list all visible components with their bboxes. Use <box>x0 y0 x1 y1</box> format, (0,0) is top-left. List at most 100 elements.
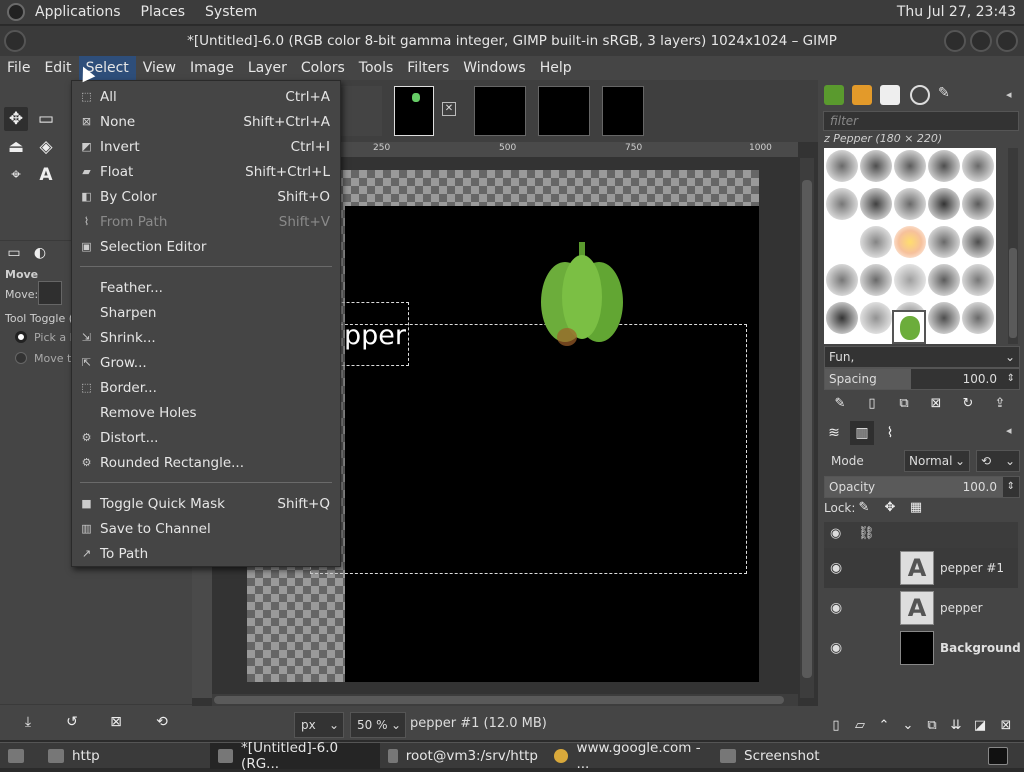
brush-item[interactable] <box>826 150 858 182</box>
brush-item[interactable] <box>962 226 994 258</box>
brush-item[interactable] <box>860 302 892 334</box>
brush-item[interactable] <box>826 188 858 220</box>
menu-colors[interactable]: Colors <box>294 56 352 80</box>
tool-options-tab-icon[interactable]: ▭ <box>2 241 26 265</box>
selected-brush-pepper[interactable] <box>892 310 926 344</box>
paths-tool-icon[interactable]: ⌖ <box>4 163 28 187</box>
layer-row-background[interactable]: ◉ Background <box>824 628 1021 668</box>
text-tool-icon[interactable]: A <box>34 163 58 187</box>
spin-arrows-icon[interactable]: ⇕ <box>1007 369 1015 389</box>
dock-menu-icon[interactable]: ◂ <box>1006 424 1012 437</box>
save-options-icon[interactable]: ⤓ <box>16 710 40 734</box>
mode-select[interactable]: Normal ⌄ <box>904 450 970 472</box>
paths-tab-icon[interactable]: ⌇ <box>878 421 902 445</box>
brush-item[interactable] <box>928 188 960 220</box>
brush-item[interactable] <box>894 150 926 182</box>
layer-mask-icon[interactable]: ◪ <box>968 714 992 738</box>
task-screenshot[interactable]: Screenshot <box>712 743 862 769</box>
brush-item[interactable] <box>962 264 994 296</box>
spin-arrows-icon[interactable]: ⇕ <box>1007 477 1015 497</box>
brush-item[interactable] <box>860 188 892 220</box>
opacity-slider[interactable]: Opacity 100.0 ⇕ <box>824 476 1020 498</box>
window-menu-icon[interactable] <box>4 30 26 52</box>
minimize-button[interactable] <box>944 30 966 52</box>
rect-select-tool-icon[interactable]: ▭ <box>34 107 58 131</box>
menu-edit[interactable]: Edit <box>37 56 78 80</box>
eye-icon[interactable]: ◉ <box>830 526 841 541</box>
pepper-image[interactable] <box>537 242 627 352</box>
menu-layer[interactable]: Layer <box>241 56 294 80</box>
eye-icon[interactable]: ◉ <box>830 600 842 616</box>
brush-item[interactable] <box>826 264 858 296</box>
task-terminal[interactable]: root@vm3:/srv/http <box>380 743 546 769</box>
layer-row-pepper[interactable]: ◉ A pepper <box>824 588 1018 628</box>
open-brush-icon[interactable]: ⇪ <box>988 392 1012 416</box>
layers-tab-icon[interactable]: ≋ <box>822 421 846 445</box>
task-gimp[interactable]: *[Untitled]-6.0 (RG... <box>210 740 380 772</box>
delete-layer-icon[interactable]: ⊠ <box>994 714 1018 738</box>
move-active-radio[interactable] <box>15 352 27 364</box>
brush-item[interactable] <box>860 226 892 258</box>
select-menu-item-shrink[interactable]: ⇲ Shrink... <box>72 325 340 350</box>
lower-layer-icon[interactable]: ⌄ <box>896 714 920 738</box>
brush-tag-select[interactable]: Fun, ⌄ <box>824 346 1020 368</box>
move-tool-icon[interactable]: ✥ <box>4 107 28 131</box>
select-menu-item-grow[interactable]: ⇱ Grow... <box>72 350 340 375</box>
task-chrome[interactable]: www.google.com - ... <box>546 740 712 772</box>
menu-help[interactable]: Help <box>533 56 579 80</box>
dock-menu-icon[interactable]: ◂ <box>1006 88 1012 101</box>
eye-icon[interactable]: ◉ <box>830 560 842 576</box>
horizontal-scroll-thumb[interactable] <box>214 696 784 704</box>
brush-grid[interactable] <box>824 148 996 344</box>
brush-item[interactable] <box>962 188 994 220</box>
select-menu-item-sharpen[interactable]: Sharpen <box>72 300 340 325</box>
menu-image[interactable]: Image <box>183 56 241 80</box>
reset-options-icon[interactable]: ⟲ <box>150 710 174 734</box>
lock-position-icon[interactable]: ✥ <box>878 496 902 520</box>
merge-layer-icon[interactable]: ⇊ <box>944 714 968 738</box>
lock-alpha-icon[interactable]: ▦ <box>904 496 928 520</box>
new-brush-icon[interactable]: ▯ <box>860 392 884 416</box>
menu-filters[interactable]: Filters <box>400 56 456 80</box>
select-menu-item-distort[interactable]: ⚙ Distort... <box>72 425 340 450</box>
vertical-scrollbar[interactable] <box>800 158 814 698</box>
select-menu-item-toggle-quick-mask[interactable]: ■ Toggle Quick Mask Shift+Q <box>72 491 340 516</box>
brush-item[interactable] <box>962 302 994 334</box>
duplicate-layer-icon[interactable]: ⧉ <box>920 714 944 738</box>
select-menu-item-remove-holes[interactable]: Remove Holes <box>72 400 340 425</box>
restore-options-icon[interactable]: ↺ <box>60 710 84 734</box>
lock-pixels-icon[interactable]: ✎ <box>852 496 876 520</box>
eye-icon[interactable]: ◉ <box>830 640 842 656</box>
panel-menu-applications[interactable]: Applications <box>25 4 131 20</box>
select-menu-item-none[interactable]: ⊠ None Shift+Ctrl+A <box>72 109 340 134</box>
brush-item[interactable] <box>860 150 892 182</box>
refresh-brushes-icon[interactable]: ↻ <box>956 392 980 416</box>
menu-view[interactable]: View <box>136 56 183 80</box>
duplicate-brush-icon[interactable]: ⧉ <box>892 392 916 416</box>
menu-windows[interactable]: Windows <box>456 56 533 80</box>
brush-grid-scrollbar[interactable] <box>1008 148 1018 344</box>
edit-brush-icon[interactable]: ✎ <box>828 392 852 416</box>
select-menu-item-selection-editor[interactable]: ▣ Selection Editor <box>72 234 340 259</box>
close-button[interactable] <box>996 30 1018 52</box>
zoom-select[interactable]: 50 % ⌄ <box>350 712 406 738</box>
fonts-tab-icon[interactable] <box>880 85 900 105</box>
panel-menu-system[interactable]: System <box>195 4 267 20</box>
distro-logo-icon[interactable] <box>7 3 25 21</box>
select-menu-item-save-to-channel[interactable]: ▥ Save to Channel <box>72 516 340 541</box>
patterns-tab-icon[interactable] <box>852 85 872 105</box>
select-menu-item-border[interactable]: ⬚ Border... <box>72 375 340 400</box>
panel-menu-places[interactable]: Places <box>131 4 196 20</box>
brush-scroll-thumb[interactable] <box>1009 248 1017 338</box>
clock[interactable]: Thu Jul 27, 23:43 <box>897 4 1016 20</box>
image-tab-3[interactable] <box>474 86 526 136</box>
layer-row-pepper-1[interactable]: ◉ A pepper #1 <box>824 548 1018 588</box>
brush-item[interactable] <box>928 226 960 258</box>
brush-item[interactable] <box>894 226 926 258</box>
brush-item[interactable] <box>826 302 858 334</box>
move-layer-toggle[interactable] <box>38 281 62 305</box>
device-status-tab-icon[interactable]: ◐ <box>28 241 52 265</box>
image-tab-1[interactable] <box>340 86 382 136</box>
brush-item[interactable] <box>860 264 892 296</box>
pepper-text-layer[interactable]: pper <box>344 320 406 351</box>
